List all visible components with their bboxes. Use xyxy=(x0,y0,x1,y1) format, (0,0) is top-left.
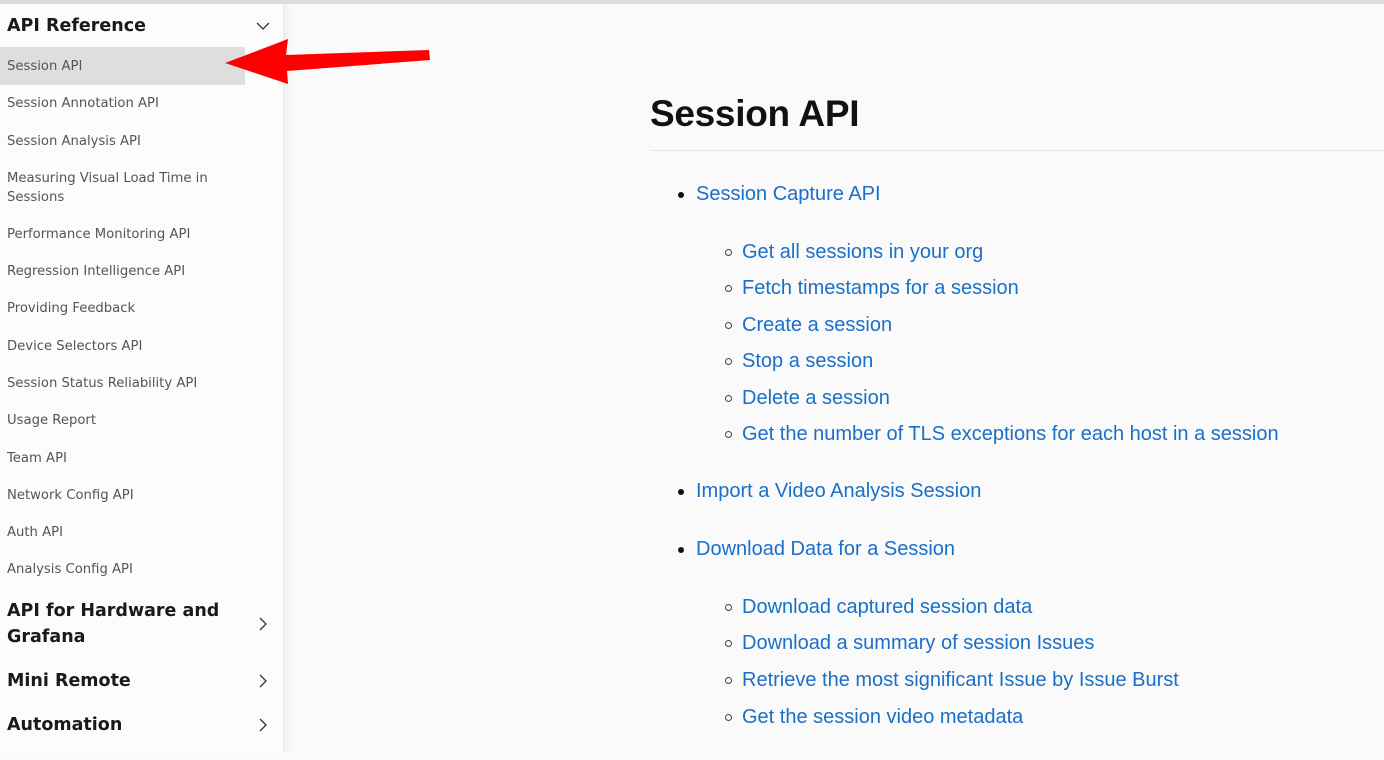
toc-link-fetch-timestamps[interactable]: Fetch timestamps for a session xyxy=(742,276,1019,300)
toc-link-session-capture-api[interactable]: Session Capture API xyxy=(696,182,881,206)
chevron-right-icon[interactable] xyxy=(255,717,271,733)
bullet-circle-icon xyxy=(725,358,732,365)
section-label: API Reference xyxy=(7,16,147,36)
bullet-circle-icon xyxy=(725,395,732,402)
bullet-circle-icon xyxy=(725,640,732,647)
sidebar-item-label: Device Selectors API xyxy=(7,339,143,354)
toc-link-retrieve-significant-issue[interactable]: Retrieve the most significant Issue by I… xyxy=(742,668,1179,692)
sidebar-item-label: Analysis Config API xyxy=(7,562,133,577)
sidebar-item-label: Session API xyxy=(7,59,83,74)
bullet-disc-icon xyxy=(678,489,684,495)
sidebar-item-label: Performance Monitoring API xyxy=(7,227,191,242)
red-arrow-annotation xyxy=(225,39,430,84)
sidebar-item-label: Session Analysis API xyxy=(7,134,141,149)
chevron-right-icon[interactable] xyxy=(255,673,271,689)
sidebar-item-label: Session Annotation API xyxy=(7,96,159,111)
sidebar-divider xyxy=(283,4,291,752)
arrow-shape xyxy=(225,39,430,84)
sidebar-item-label: Measuring Visual Load Time in Sessions xyxy=(7,171,208,205)
section-label: Automation xyxy=(7,715,123,735)
bullet-circle-icon xyxy=(725,714,732,721)
bullet-circle-icon xyxy=(725,285,732,292)
toc-link-create-session[interactable]: Create a session xyxy=(742,313,892,337)
bullet-circle-icon xyxy=(725,322,732,329)
sidebar-item-label: Network Config API xyxy=(7,488,134,503)
chevron-right-icon[interactable] xyxy=(255,616,271,632)
toc-link-download-issues-summary[interactable]: Download a summary of session Issues xyxy=(742,631,1094,655)
toc-link-download-data[interactable]: Download Data for a Session xyxy=(696,537,955,561)
sidebar-item-label: Providing Feedback xyxy=(7,301,136,316)
toc-link-video-metadata[interactable]: Get the session video metadata xyxy=(742,705,1023,729)
toc-link-get-all-sessions[interactable]: Get all sessions in your org xyxy=(742,240,983,264)
title-divider xyxy=(650,150,1384,151)
bullet-circle-icon xyxy=(725,431,732,438)
sidebar-item-label: Team API xyxy=(7,451,67,466)
sidebar-item-label: Session Status Reliability API xyxy=(7,376,198,391)
sidebar-section-mini-remote[interactable]: Mini Remote xyxy=(0,668,283,694)
page-title: Session API xyxy=(650,93,860,134)
sidebar-section-api-hardware-grafana[interactable]: API for Hardware and Grafana xyxy=(0,598,283,650)
toc-link-import-video-analysis[interactable]: Import a Video Analysis Session xyxy=(696,479,981,503)
section-label: API for Hardware and Grafana xyxy=(7,601,220,647)
toc-link-download-captured-data[interactable]: Download captured session data xyxy=(742,595,1032,619)
chevron-down-icon[interactable] xyxy=(255,18,271,34)
sidebar: API Reference Session API Session Annota… xyxy=(0,4,283,752)
sidebar-item-label: Auth API xyxy=(7,525,63,540)
bullet-circle-icon xyxy=(725,249,732,256)
sidebar-item-label: Regression Intelligence API xyxy=(7,264,186,279)
bullet-circle-icon xyxy=(725,604,732,611)
toc-link-stop-session[interactable]: Stop a session xyxy=(742,349,873,373)
sidebar-section-automation[interactable]: Automation xyxy=(0,712,283,738)
section-label: Mini Remote xyxy=(7,671,131,691)
toc-link-delete-session[interactable]: Delete a session xyxy=(742,386,890,410)
bullet-disc-icon xyxy=(678,192,684,198)
bullet-circle-icon xyxy=(725,677,732,684)
sidebar-item-session-api[interactable]: Session API xyxy=(0,47,245,85)
toc-link-tls-exceptions[interactable]: Get the number of TLS exceptions for eac… xyxy=(742,422,1279,446)
sidebar-item-label: Usage Report xyxy=(7,413,96,428)
bullet-disc-icon xyxy=(678,547,684,553)
